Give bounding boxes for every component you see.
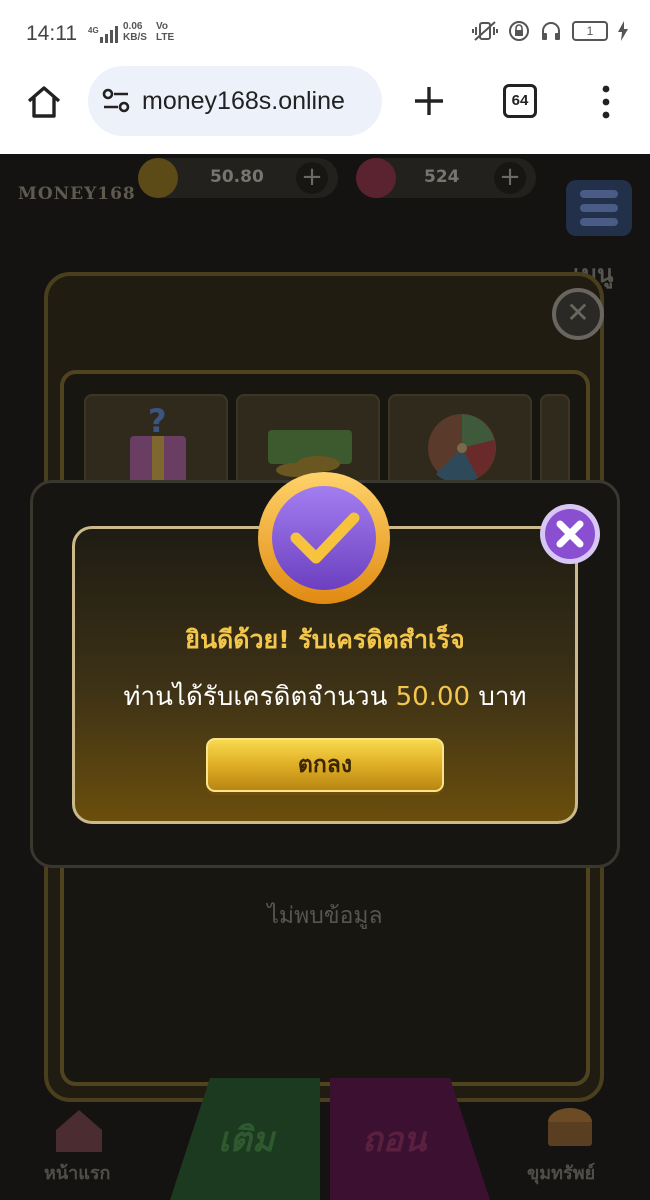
vibrate-off-icon: [472, 21, 498, 41]
mission-tile-wheel[interactable]: [388, 394, 532, 494]
mission-tile-more[interactable]: [540, 394, 570, 494]
credit-amount: 50.00: [395, 682, 471, 712]
nav-treasure[interactable]: ขุมทรัพย์: [527, 1158, 595, 1187]
site-logo: MONEY168: [18, 184, 136, 204]
headphones-icon: [542, 22, 560, 40]
overflow-menu-icon[interactable]: [596, 84, 616, 120]
mission-close-icon[interactable]: ✕: [552, 288, 604, 340]
status-icons: 1: [472, 20, 628, 42]
nav-home[interactable]: หน้าแรก: [44, 1158, 110, 1187]
speed-value: 0.06: [123, 21, 143, 32]
add-gem-button[interactable]: +: [494, 162, 526, 194]
empty-state-text: ไม่พบข้อมูล: [267, 903, 383, 929]
network-type: 4G: [88, 26, 99, 35]
coin-balance-value: 50.80: [210, 167, 264, 187]
browser-toolbar: money168s.online 64: [0, 66, 650, 154]
ok-button[interactable]: ตกลง: [206, 738, 444, 792]
plus-icon[interactable]: [412, 84, 446, 118]
battery-icon: 1: [572, 21, 608, 41]
address-bar[interactable]: money168s.online: [88, 66, 382, 136]
home-house-icon: [56, 1110, 102, 1152]
modal-title: ยินดีด้วย! รับเครดิตสำเร็จ: [185, 625, 465, 654]
status-bar: 14:11 4G 0.06 KB/S Vo LTE 1: [0, 0, 650, 66]
mission-tile-gift[interactable]: ?: [84, 394, 228, 494]
hamburger-menu-icon[interactable]: [566, 180, 632, 236]
home-icon[interactable]: [24, 82, 64, 122]
message-text: ท่านได้รับเครดิตจำนวน: [123, 682, 396, 712]
url-text[interactable]: money168s.online: [142, 87, 345, 116]
lock-rotation-icon: [509, 21, 529, 41]
status-time: 14:11: [26, 22, 77, 45]
checkmark-badge-icon: [258, 472, 390, 604]
volte-bottom: LTE: [156, 32, 175, 43]
gem-icon: [356, 158, 396, 198]
modal-message: ท่านได้รับเครดิตจำนวน 50.00 บาท: [72, 676, 578, 717]
modal-close-icon[interactable]: [538, 502, 602, 566]
volte-top: Vo: [156, 21, 169, 32]
tabs-icon[interactable]: 64: [503, 84, 537, 118]
bottom-navigation: หน้าแรก เติม ถอน ขุมทรัพย์: [0, 1078, 650, 1200]
coin-balance: 50.80 +: [138, 158, 338, 198]
add-coin-button[interactable]: +: [296, 162, 328, 194]
gem-balance: 524 +: [356, 158, 536, 198]
site-settings-icon[interactable]: [102, 88, 130, 114]
signal-icon: 4G: [88, 26, 118, 43]
treasure-chest-icon: [548, 1108, 592, 1146]
currency-text: บาท: [470, 682, 527, 712]
nav-withdraw[interactable]: ถอน: [362, 1112, 426, 1166]
speed-unit: KB/S: [123, 32, 147, 43]
coin-icon: [138, 158, 178, 198]
gem-balance-value: 524: [424, 167, 460, 187]
svg-text:?: ?: [148, 402, 167, 440]
charging-icon: [618, 21, 628, 41]
network-speed: 0.06 KB/S: [123, 21, 147, 43]
volte-indicator: Vo LTE: [156, 21, 174, 43]
nav-deposit[interactable]: เติม: [218, 1112, 274, 1166]
